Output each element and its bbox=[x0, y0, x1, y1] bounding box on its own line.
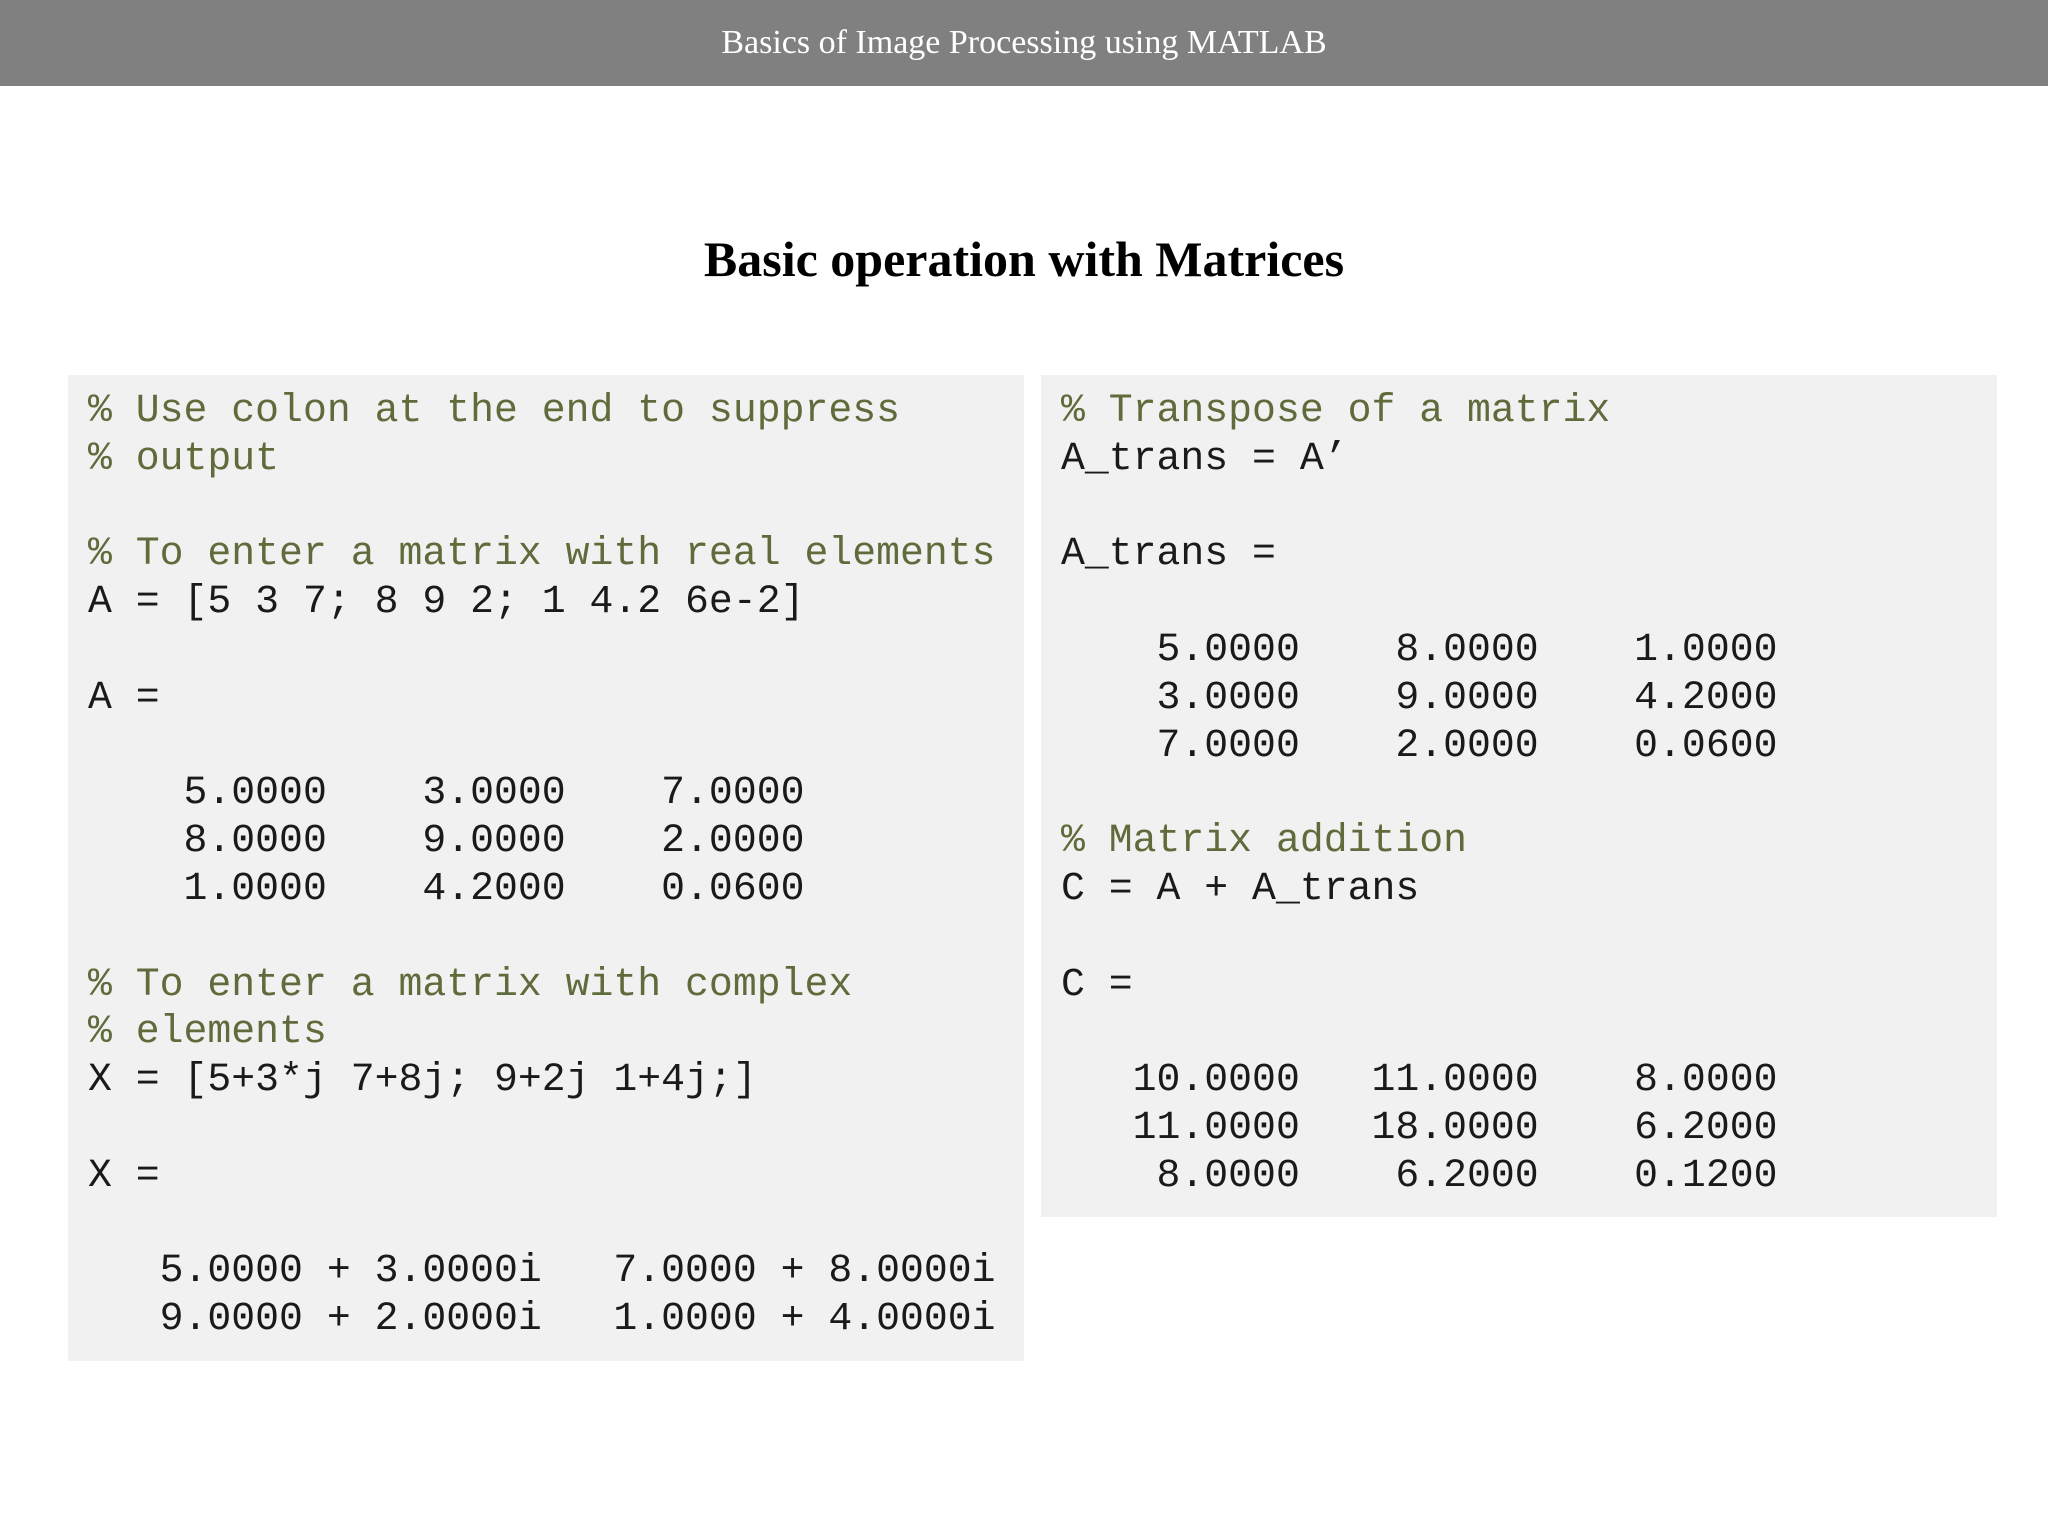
code-line: 5.0000 + 3.0000i 7.0000 + 8.0000i bbox=[88, 1248, 996, 1294]
right-code-lines: % Transpose of a matrix A_trans = A’ A_tra… bbox=[1061, 375, 1997, 1200]
right-code-panel: % Transpose of a matrix A_trans = A’ A_tra… bbox=[1041, 375, 1997, 1217]
header-bar: Basics of Image Processing using MATLAB bbox=[0, 0, 2048, 86]
code-comment-line: % To enter a matrix with real elements bbox=[88, 531, 996, 577]
code-line: 10.0000 11.0000 8.0000 bbox=[1061, 1057, 1778, 1103]
code-line: 9.0000 + 2.0000i 1.0000 + 4.0000i bbox=[88, 1296, 996, 1342]
code-line: 5.0000 8.0000 1.0000 bbox=[1061, 626, 1778, 672]
code-line: A_trans = bbox=[1061, 531, 1276, 577]
code-line: C = A + A_trans bbox=[1061, 865, 1420, 911]
code-comment-line: % output bbox=[88, 435, 280, 481]
code-line: X = [5+3*j 7+8j; 9+2j 1+4j;] bbox=[88, 1057, 757, 1103]
code-line: 5.0000 3.0000 7.0000 bbox=[88, 770, 805, 816]
code-line: 8.0000 9.0000 2.0000 bbox=[88, 818, 805, 864]
code-line: X = bbox=[88, 1152, 160, 1198]
code-comment-line: % Use colon at the end to suppress bbox=[88, 388, 900, 433]
code-line: A = bbox=[88, 674, 160, 720]
code-line: C = bbox=[1061, 961, 1133, 1007]
code-line: A = [5 3 7; 8 9 2; 1 4.2 6e-2] bbox=[88, 579, 805, 625]
code-line: 11.0000 18.0000 6.2000 bbox=[1061, 1104, 1778, 1150]
code-comment-line: % elements bbox=[88, 1009, 327, 1055]
left-code-lines: % Use colon at the end to suppress% outp… bbox=[88, 375, 1024, 1343]
code-line: 8.0000 6.2000 0.1200 bbox=[1061, 1152, 1778, 1198]
slide-title: Basic operation with Matrices bbox=[703, 231, 1345, 287]
code-line: A_trans = A’ bbox=[1061, 435, 1348, 481]
code-comment-line: % Transpose of a matrix bbox=[1061, 388, 1611, 433]
code-line: 3.0000 9.0000 4.2000 bbox=[1061, 674, 1778, 720]
code-line: 1.0000 4.2000 0.0600 bbox=[88, 865, 805, 911]
code-comment-line: % To enter a matrix with complex bbox=[88, 961, 853, 1007]
left-code-panel: % Use colon at the end to suppress% outp… bbox=[68, 375, 1024, 1361]
code-comment-line: % Matrix addition bbox=[1061, 818, 1467, 864]
header-text: Basics of Image Processing using MATLAB bbox=[721, 24, 1327, 61]
code-line: 7.0000 2.0000 0.0600 bbox=[1061, 722, 1778, 768]
